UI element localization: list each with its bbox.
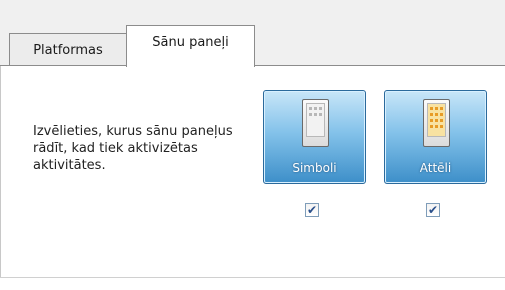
description-text: Izvēlieties, kurus sānu paneļus rādīt, k…: [33, 124, 233, 173]
tab-side-panels-label: Sānu paneļi: [152, 35, 229, 50]
images-option-label: Attēli: [419, 161, 452, 175]
tab-strip: Platformas Sānu paneļi: [0, 0, 505, 67]
tab-platforms-label: Platformas: [33, 42, 103, 58]
panel-border: [0, 66, 1, 278]
symbols-checkbox[interactable]: ✔: [305, 203, 319, 217]
images-checkbox[interactable]: ✔: [426, 203, 440, 217]
tab-platforms[interactable]: Platformas: [9, 33, 127, 66]
device-symbols-icon: [302, 99, 329, 147]
images-option-button[interactable]: Attēli: [384, 90, 487, 184]
panel-border: [0, 277, 505, 278]
tab-panel: Izvēlieties, kurus sānu paneļus rādīt, k…: [0, 65, 505, 290]
device-images-icon: [423, 99, 450, 147]
tab-side-panels[interactable]: Sānu paneļi: [126, 25, 255, 67]
symbols-option-label: Simboli: [292, 161, 337, 175]
symbols-option-button[interactable]: Simboli: [263, 90, 366, 184]
